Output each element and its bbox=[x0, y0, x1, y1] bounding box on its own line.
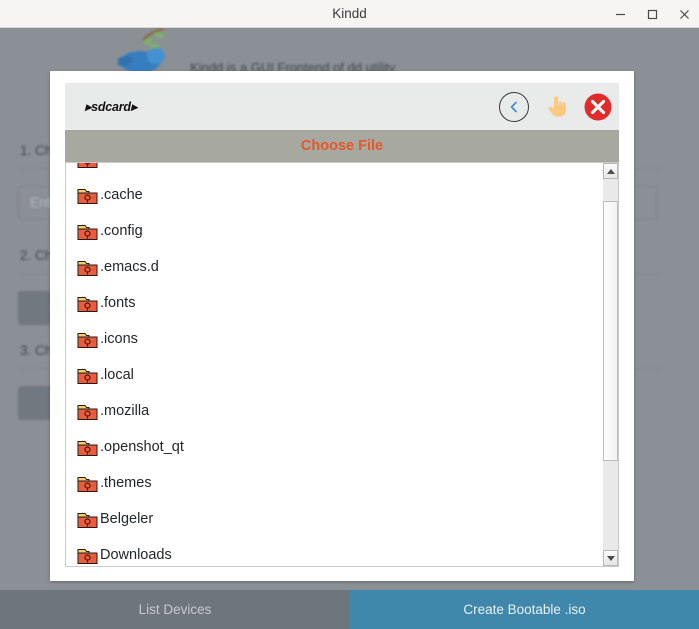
file-list-item[interactable]: .openshot_qt bbox=[66, 429, 604, 465]
create-bootable-iso-button[interactable]: Create Bootable .iso bbox=[350, 590, 699, 629]
back-button[interactable] bbox=[499, 91, 529, 122]
hand-pointer-icon bbox=[540, 91, 571, 122]
folder-icon bbox=[77, 330, 99, 349]
file-list-item-label: .themes bbox=[100, 475, 152, 491]
file-list-viewport[interactable]: .cache .config .emacs.d .fonts .icons .local.… bbox=[65, 162, 619, 567]
folder-icon bbox=[77, 438, 99, 457]
file-list-item[interactable]: .cache bbox=[66, 177, 604, 213]
folder-icon bbox=[77, 294, 99, 313]
window-titlebar: Kindd bbox=[0, 0, 699, 28]
pointing-hand-icon bbox=[548, 95, 566, 117]
dialog-close-button[interactable] bbox=[582, 91, 613, 122]
file-list-item[interactable]: .emacs.d bbox=[66, 249, 604, 285]
scroll-up-arrow-icon bbox=[606, 168, 615, 174]
folder-icon bbox=[77, 332, 98, 348]
folder-icon bbox=[77, 260, 98, 276]
folder-icon bbox=[77, 366, 99, 385]
scrollbar-thumb[interactable] bbox=[603, 201, 618, 461]
file-list-scrollbar[interactable] bbox=[603, 162, 619, 567]
close-circle-icon bbox=[584, 93, 611, 120]
file-list-item[interactable]: .icons bbox=[66, 321, 604, 357]
window-minimize-button[interactable] bbox=[609, 4, 631, 24]
file-list-item[interactable]: .local bbox=[66, 357, 604, 393]
choose-file-dialog: ▸sdcard▸ Choose File .cache .config .ema… bbox=[50, 71, 634, 581]
file-list-item-label: .mozilla bbox=[100, 403, 150, 419]
scroll-down-button[interactable] bbox=[603, 550, 618, 566]
list-devices-button[interactable]: List Devices bbox=[0, 590, 350, 629]
file-list-item-label: .cache bbox=[100, 187, 143, 203]
file-list-item[interactable]: Downloads bbox=[66, 537, 604, 566]
folder-icon bbox=[77, 296, 98, 312]
dialog-title: Choose File bbox=[300, 138, 384, 154]
file-list-item[interactable]: Belgeler bbox=[66, 501, 604, 537]
file-list-item-label: .icons bbox=[100, 331, 138, 347]
folder-icon bbox=[77, 404, 98, 420]
choose-file-header: Choose File bbox=[65, 130, 619, 162]
file-list-item-label: .emacs.d bbox=[100, 259, 159, 275]
folder-icon bbox=[77, 163, 98, 168]
file-list-item[interactable] bbox=[66, 163, 604, 177]
window-title: Kindd bbox=[332, 6, 367, 21]
file-list: .cache .config .emacs.d .fonts .icons .local.… bbox=[66, 163, 604, 566]
breadcrumb[interactable]: ▸sdcard▸ bbox=[85, 83, 137, 130]
folder-icon bbox=[77, 186, 99, 205]
folder-icon bbox=[77, 512, 98, 528]
folder-icon bbox=[77, 188, 98, 204]
folder-icon bbox=[77, 258, 99, 277]
file-list-item-label: .fonts bbox=[100, 295, 136, 311]
file-list-item[interactable]: .mozilla bbox=[66, 393, 604, 429]
folder-icon bbox=[77, 368, 98, 384]
bottom-action-bar: List Devices Create Bootable .iso bbox=[0, 590, 699, 629]
folder-icon bbox=[77, 163, 99, 169]
folder-icon bbox=[77, 546, 99, 565]
chevron-left-icon bbox=[510, 101, 517, 112]
file-list-item[interactable]: .fonts bbox=[66, 285, 604, 321]
folder-icon bbox=[77, 222, 99, 241]
file-list-item[interactable]: .config bbox=[66, 213, 604, 249]
folder-icon bbox=[77, 474, 99, 493]
scrollbar-track[interactable] bbox=[603, 179, 618, 550]
folder-icon bbox=[77, 440, 98, 456]
window-close-button[interactable] bbox=[673, 4, 695, 24]
folder-icon bbox=[77, 224, 98, 240]
scroll-up-button[interactable] bbox=[603, 163, 618, 179]
maximize-icon bbox=[647, 9, 657, 19]
folder-icon bbox=[77, 548, 98, 564]
folder-icon bbox=[77, 510, 99, 529]
file-list-item-label: .local bbox=[100, 367, 134, 383]
window-maximize-button[interactable] bbox=[641, 4, 663, 24]
minimize-icon bbox=[615, 13, 625, 15]
file-list-item-label: Downloads bbox=[100, 547, 172, 563]
folder-icon bbox=[77, 476, 98, 492]
file-list-item-label: .config bbox=[100, 223, 143, 239]
toolbar-actions bbox=[499, 83, 613, 130]
file-list-item[interactable]: .themes bbox=[66, 465, 604, 501]
folder-icon bbox=[77, 402, 99, 421]
file-list-item-label: Belgeler bbox=[100, 511, 154, 527]
scroll-down-arrow-icon bbox=[606, 555, 615, 561]
close-icon bbox=[679, 9, 689, 19]
file-list-item-label: .openshot_qt bbox=[100, 439, 184, 455]
dialog-toolbar: ▸sdcard▸ bbox=[65, 83, 619, 130]
